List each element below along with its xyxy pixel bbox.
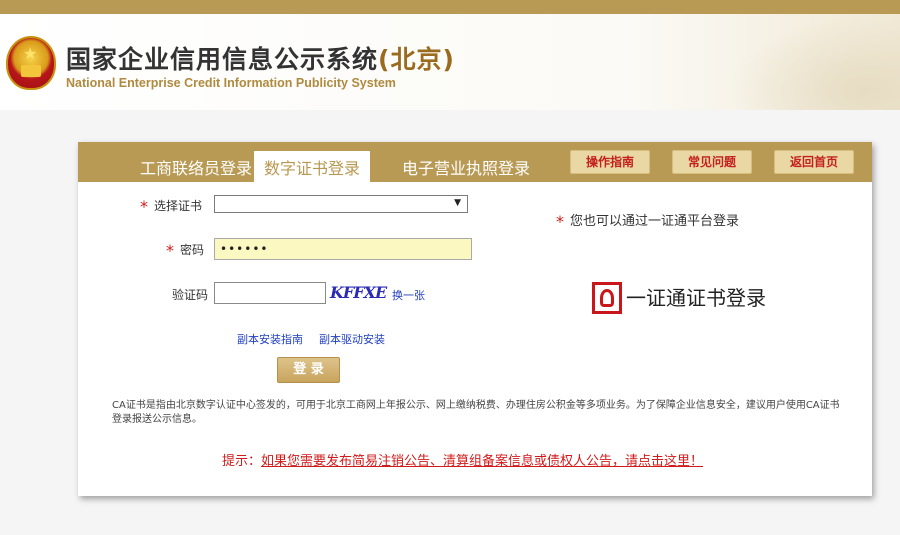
cert-select[interactable]: ▼: [214, 195, 468, 213]
yzt-login-link[interactable]: 一证通证书登录: [626, 282, 766, 311]
driver-install-link[interactable]: 副本驱动安装: [319, 331, 385, 347]
national-emblem-icon: ★: [6, 36, 56, 90]
faq-button[interactable]: 常见问题: [672, 150, 752, 174]
captcha-refresh-link[interactable]: 换一张: [392, 287, 425, 303]
login-button[interactable]: 登 录: [277, 357, 340, 383]
login-tabbar: 工商联络员登录 数字证书登录 电子营业执照登录 操作指南 常见问题 返回首页: [78, 142, 872, 182]
site-title-main: 国家企业信用信息公示系统: [66, 45, 379, 74]
tab-digital-cert-login[interactable]: 数字证书登录: [254, 151, 370, 182]
required-mark: *: [166, 241, 174, 260]
required-mark: *: [140, 197, 148, 216]
notice-prefix: 提示：: [222, 454, 262, 469]
operation-guide-button[interactable]: 操作指南: [570, 150, 650, 174]
notice-line: 提示：如果您需要发布简易注销公告、清算组备案信息或债权人公告，请点击这里！: [222, 450, 703, 469]
cert-label: * 选择证书: [140, 197, 203, 216]
password-label: * 密码: [166, 241, 205, 260]
site-header: ★ 国家企业信用信息公示系统(北京) National Enterprise C…: [0, 14, 900, 110]
captcha-input[interactable]: [214, 282, 326, 304]
back-home-button[interactable]: 返回首页: [774, 150, 854, 174]
site-title: 国家企业信用信息公示系统(北京): [66, 40, 455, 76]
password-field[interactable]: ••••••: [214, 238, 472, 260]
notice-link[interactable]: 如果您需要发布简易注销公告、清算组备案信息或债权人公告，请点击这里！: [261, 454, 703, 469]
site-title-english: National Enterprise Credit Information P…: [66, 76, 396, 90]
yzt-logo-icon[interactable]: [592, 282, 622, 314]
alt-login-note: * 您也可以通过一证通平台登录: [556, 212, 740, 231]
gate-icon: [21, 65, 41, 77]
tab-e-license-login[interactable]: 电子营业执照登录: [384, 151, 548, 182]
star-icon: ★: [23, 44, 38, 63]
captcha-label: 验证码: [172, 288, 209, 302]
install-guide-link[interactable]: 副本安装指南: [237, 331, 303, 347]
required-mark: *: [556, 212, 564, 231]
dropdown-arrow-icon: ▼: [454, 198, 461, 208]
ca-description: CA证书是指由北京数字认证中心签发的，可用于北京工商网上年报公示、网上缴纳税费、…: [112, 400, 840, 425]
login-panel: 工商联络员登录 数字证书登录 电子营业执照登录 操作指南 常见问题 返回首页 *…: [78, 142, 872, 496]
top-gold-bar: [0, 0, 900, 14]
captcha-image[interactable]: KFFXE: [330, 282, 387, 304]
header-decoration: [730, 14, 900, 110]
site-title-region: (北京): [378, 45, 455, 74]
